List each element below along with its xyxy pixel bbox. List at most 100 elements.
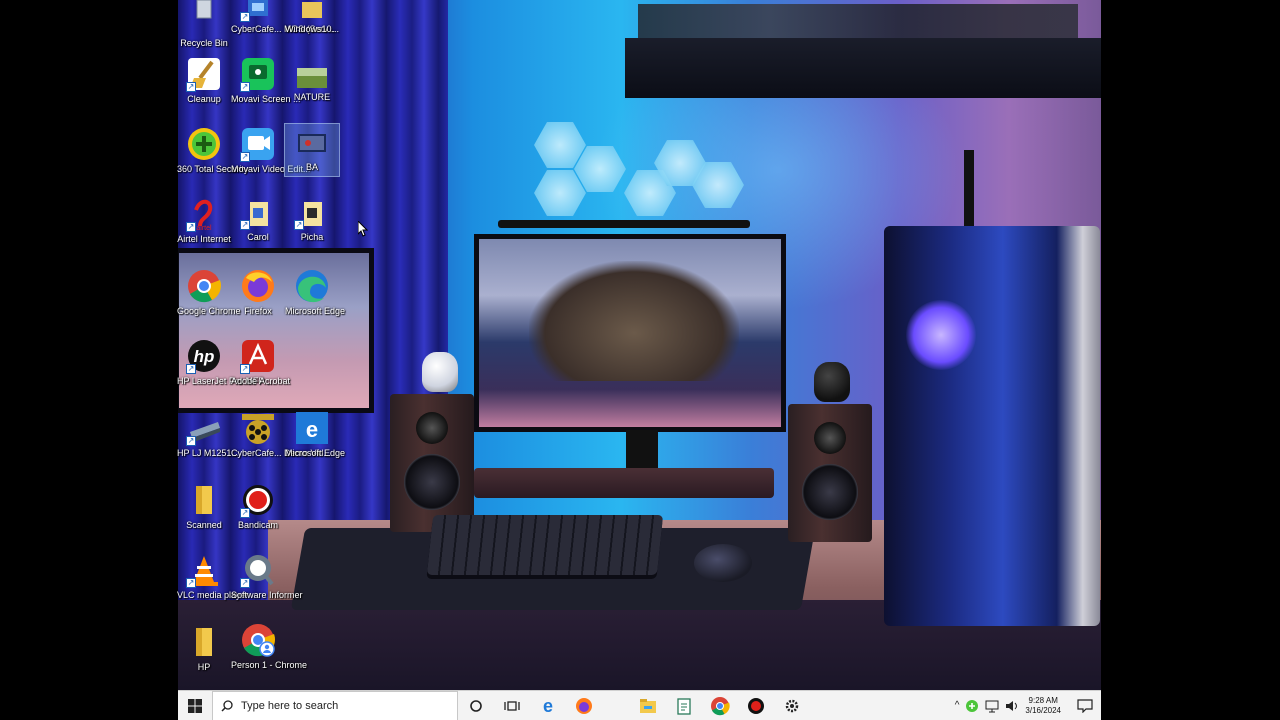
wallpaper-pc-fan-glow [906,300,976,370]
shield-plus-icon [186,126,222,162]
network-icon[interactable] [985,699,999,713]
tray-360-security-icon[interactable] [965,699,979,713]
desktop-icon-microsoft-edge-1[interactable]: Microsoft Edge [285,268,345,316]
action-center-icon[interactable] [1077,698,1093,713]
svg-text:e: e [543,697,553,715]
taskbar-settings[interactable] [774,691,810,720]
desktop-icon-microsoft-edge-2[interactable]: e Microsoft Edge [285,410,345,458]
wallpaper-center-monitor [474,234,786,432]
cortana-button[interactable] [458,691,494,720]
desktop-icon-hp-folder[interactable]: HP [177,624,231,672]
volume-icon[interactable] [1005,699,1019,713]
svg-text:hp: hp [194,347,215,366]
folder-icon [294,0,330,22]
settings-icon [785,699,799,712]
clock-date: 3/16/2024 [1025,705,1061,715]
desktop-icon-adobe-acrobat[interactable]: ↗ Adobe Acrobat [231,338,290,386]
desktop-wallpaper [178,0,1101,720]
start-button[interactable] [178,691,212,720]
desktop-icon-movavi-screen[interactable]: ↗ Movavi Screen ... [231,56,301,104]
bandicam-icon [748,697,764,714]
wallpaper-monitor-riser [474,468,774,498]
firefox-icon [240,268,276,304]
wallpaper-left-speaker [390,394,474,532]
taskbar: Type here to search e ^ 9:28 AM 3/16/202… [178,690,1101,720]
wallpaper-pc-case [884,226,1100,626]
tray-overflow-chevron-icon[interactable]: ^ [955,700,960,711]
wallpaper-shelf-items [638,4,1078,40]
windows-logo-icon [188,698,202,713]
task-view-icon [504,700,520,711]
taskbar-edge[interactable]: e [530,691,566,720]
task-view-button[interactable] [494,691,530,720]
movavi-screen-icon: ↗ [240,56,276,92]
desktop-icon-movavi-video-edit[interactable]: ↗ Movavi Video Edit... [231,126,310,174]
desktop-icon-recycle-bin[interactable]: Recycle Bin [177,0,231,48]
scanner-icon: ↗ [186,410,222,446]
desktop-icon-software-informer[interactable]: ↗ Software Informer [231,552,303,600]
wallpaper-monitor-stand [626,430,658,470]
recycle-bin-icon [186,0,222,36]
desktop-icon-hp-lj[interactable]: ↗ HP LJ M1251... [177,410,239,458]
taskbar-search-box[interactable]: Type here to search [212,690,458,720]
cortana-icon [470,699,482,712]
desktop-icon-cybercafe-mcs[interactable]: ↗ CyberCafe... MCS (Serv... [231,0,335,34]
taskbar-clock[interactable]: 9:28 AM 3/16/2024 [1025,696,1061,716]
wallpaper-hex-light [534,122,586,168]
image-folder-icon [294,64,330,90]
desktop-icon-scanned[interactable]: Scanned [177,482,231,530]
desktop-icon-firefox[interactable]: Firefox [231,268,285,316]
wallpaper-hex-light [534,170,586,216]
desktop-icon-bandicam[interactable]: ↗ Bandicam [231,482,285,530]
wallpaper-mouse [694,544,752,582]
search-placeholder: Type here to search [241,699,339,712]
wallpaper-dark-helmet [814,362,850,402]
svg-text:airtel: airtel [196,225,212,232]
desktop-icon-hp-laserjet[interactable]: hp ↗ HP LaserJet Pro MFP ... [177,338,274,386]
desktop-icon-360-total-security[interactable]: 360 Total Security [177,126,248,174]
desktop-icon-ba[interactable]: BA [284,123,340,177]
edge-legacy-icon: e [294,410,330,446]
edge-icon: e [543,697,553,715]
wallpaper-right-speaker [788,404,872,542]
folder-icon [186,624,222,660]
taskbar-file-explorer[interactable] [630,691,666,720]
wallpaper-monitor-lightbar [498,220,750,228]
desktop-icon-google-chrome[interactable]: Google Chrome [177,268,241,316]
video-file-icon [294,124,330,160]
notepad-icon [677,697,691,715]
file-explorer-icon [640,698,656,713]
folder-icon [186,482,222,518]
mouse-cursor-icon [358,221,368,237]
document-icon: ↗ [240,200,276,230]
desktop-icon-picha[interactable]: ↗ Picha [285,200,339,242]
movavi-video-icon: ↗ [240,126,276,162]
clock-time: 9:28 AM [1028,695,1058,705]
desktop-icon-carol[interactable]: ↗ Carol [231,200,285,242]
system-tray: ^ 9:28 AM 3/16/2024 [955,696,1101,716]
taskbar-chrome[interactable] [702,691,738,720]
record-icon: ↗ [240,482,276,518]
document-icon: ↗ [294,200,330,230]
magnifier-icon: ↗ [240,552,276,588]
desktop-icon-person1-chrome[interactable]: Person 1 - Chrome [231,622,307,670]
film-reel-icon [240,410,276,446]
taskbar-bandicam[interactable] [738,691,774,720]
chrome-profile-icon [240,622,276,658]
desktop-icon-airtel-internet[interactable]: airtel ↗ Airtel Internet [177,196,231,244]
desktop-icon-nature[interactable]: NATURE [285,64,339,102]
acrobat-icon: ↗ [240,338,276,374]
taskbar-notepad[interactable] [666,691,702,720]
desktop-icon-cybercafe-demo[interactable]: CyberCafe... Demo Vid... [231,410,331,458]
edge-icon [294,268,330,304]
wallpaper-stormtrooper-helmet [422,352,458,392]
taskbar-firefox[interactable] [566,691,602,720]
wallpaper-hex-light [574,146,626,192]
desktop-icon-cleanup[interactable]: ↗ Cleanup [177,56,231,104]
right-letterbox [1101,0,1280,720]
chrome-icon [186,268,222,304]
desktop-icon-vlc[interactable]: ↗ VLC media player [177,552,249,600]
desktop-icon-windows10[interactable]: Windows10... [285,0,339,34]
vlc-cone-icon: ↗ [186,552,222,588]
chrome-icon [711,696,730,715]
